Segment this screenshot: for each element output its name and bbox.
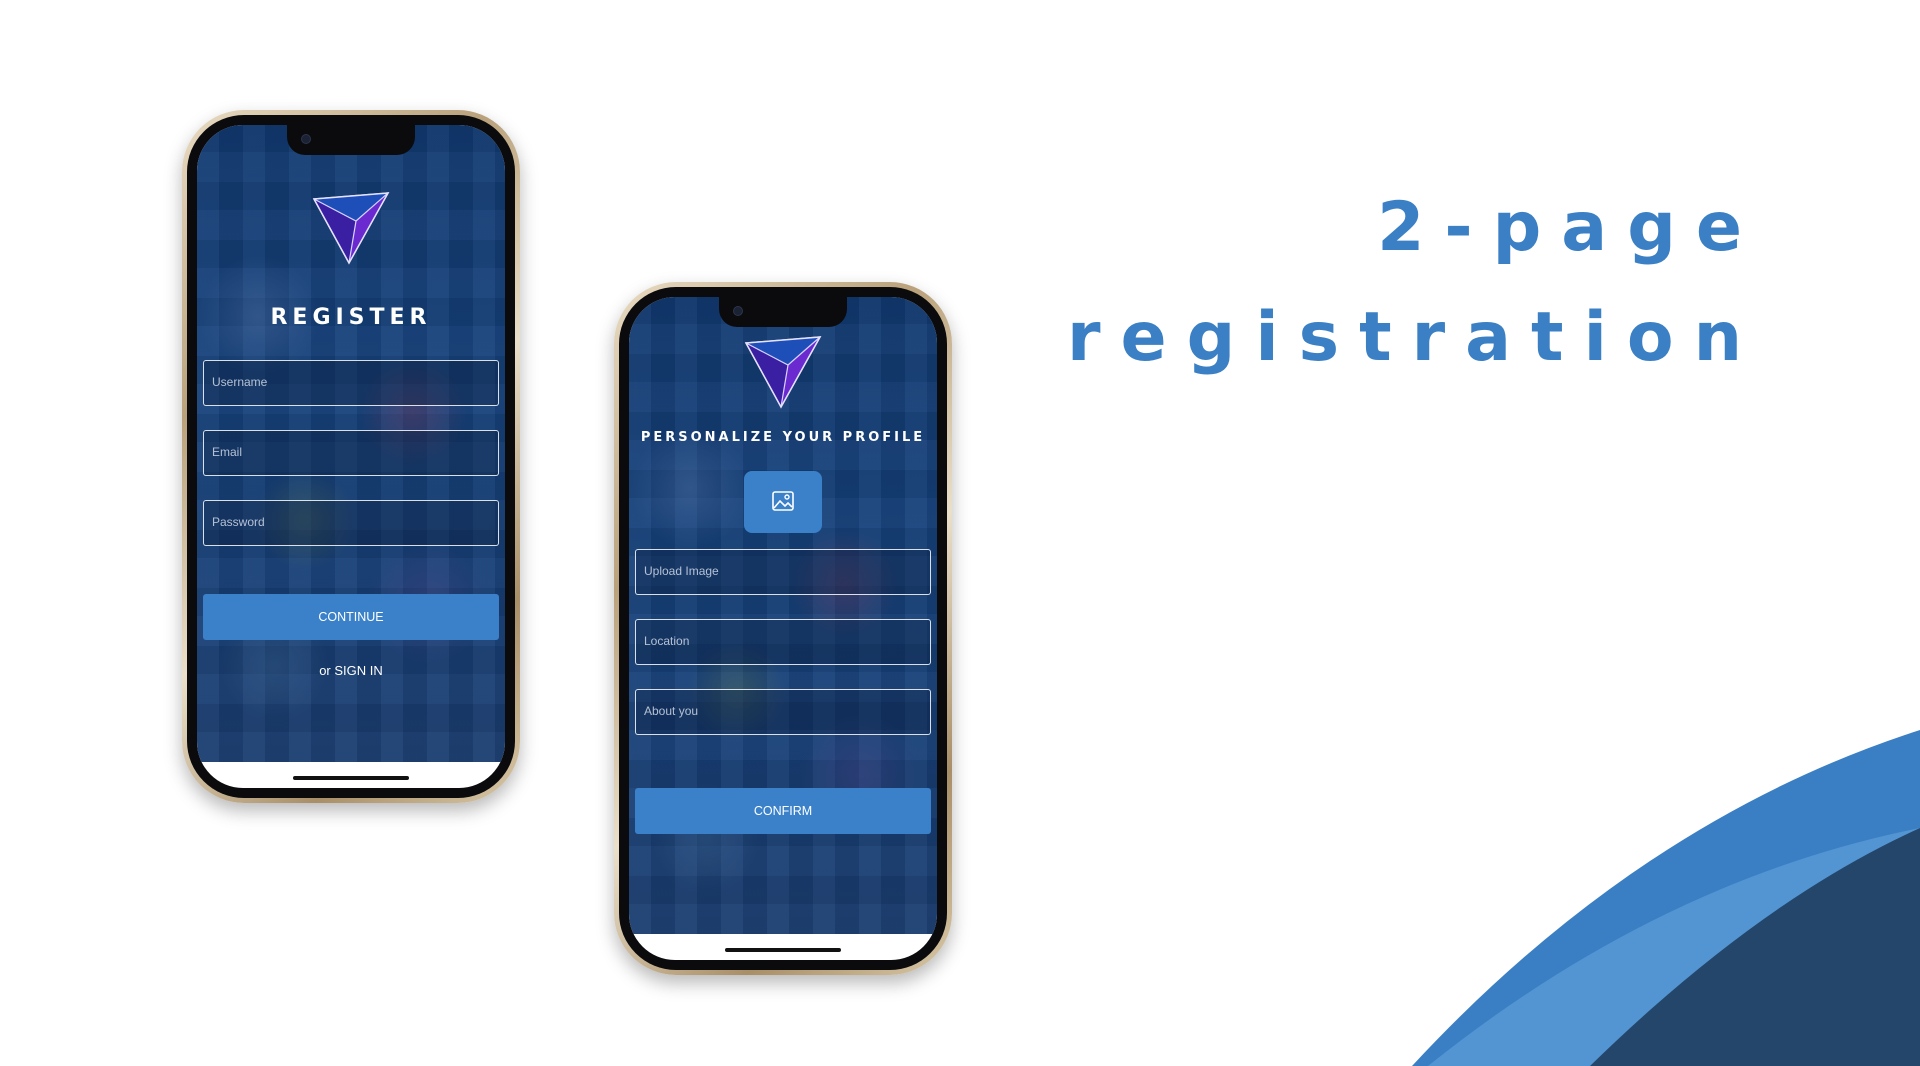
register-screen: REGISTER Username Email Password CONTINU… <box>197 125 505 788</box>
upload-image-placeholder: Upload Image <box>644 564 719 578</box>
personalize-screen: PERSONALIZE YOUR PROFILE Upload Image Lo… <box>629 297 937 960</box>
continue-button[interactable]: CONTINUE <box>203 594 499 640</box>
confirm-button[interactable]: CONFIRM <box>635 788 931 834</box>
email-field[interactable]: Email <box>203 430 499 476</box>
phone-personalize: PERSONALIZE YOUR PROFILE Upload Image Lo… <box>614 282 952 975</box>
headline-line-1: 2-page <box>1377 188 1762 267</box>
password-field[interactable]: Password <box>203 500 499 546</box>
email-placeholder: Email <box>212 445 243 459</box>
image-icon <box>772 491 794 511</box>
username-field[interactable]: Username <box>203 360 499 406</box>
about-you-placeholder: About you <box>644 704 699 718</box>
front-camera-icon <box>733 306 743 316</box>
location-placeholder: Location <box>644 634 690 648</box>
location-field[interactable]: Location <box>635 619 931 665</box>
username-placeholder: Username <box>212 375 268 389</box>
headline-line-2: registration <box>1067 298 1762 377</box>
password-placeholder: Password <box>212 515 265 529</box>
about-you-field[interactable]: About you <box>635 689 931 735</box>
page-title: PERSONALIZE YOUR PROFILE <box>640 430 926 445</box>
home-indicator <box>293 776 409 780</box>
triangle-gem-logo-icon <box>312 192 390 265</box>
upload-image-button[interactable] <box>744 471 822 533</box>
sign-in-link[interactable]: or SIGN IN <box>197 663 505 678</box>
home-indicator <box>725 948 841 952</box>
page-title: REGISTER <box>270 305 432 330</box>
triangle-gem-logo-icon <box>744 336 822 409</box>
phone-notch <box>287 125 415 155</box>
front-camera-icon <box>301 134 311 144</box>
phone-notch <box>719 297 847 327</box>
phone-register: REGISTER Username Email Password CONTINU… <box>182 110 520 803</box>
upload-image-field[interactable]: Upload Image <box>635 549 931 595</box>
